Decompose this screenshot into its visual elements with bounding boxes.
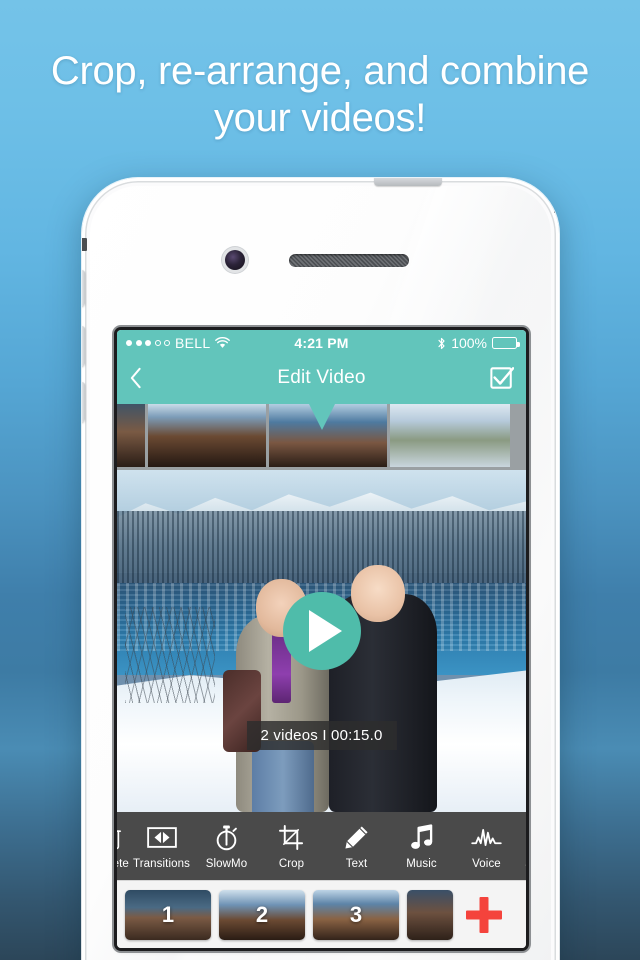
page-title: Edit Video [277, 367, 366, 388]
clip-thumbnail[interactable]: 3 [313, 889, 399, 940]
clip-thumbnail[interactable]: 1 [125, 889, 211, 940]
video-info-badge: 2 videos I 00:15.0 [246, 721, 397, 751]
add-clip-button[interactable] [464, 895, 504, 935]
filmstrip-frame[interactable] [148, 403, 266, 467]
clip-number: 2 [255, 901, 269, 927]
tool-voice[interactable]: Voice [454, 812, 519, 880]
checkbox-checked-icon [490, 367, 514, 389]
clip-thumbnail[interactable] [407, 889, 453, 940]
power-button[interactable] [374, 178, 442, 186]
tool-crop[interactable]: Crop [259, 812, 324, 880]
tool-sound[interactable]: Sound [519, 812, 526, 880]
antenna-notch-left [82, 238, 87, 251]
ring-silent-switch[interactable] [82, 270, 85, 306]
iphone-device: BELL 4:21 PM 100% Edit Video 2 videos I … [82, 178, 559, 960]
pencil-icon [344, 823, 369, 853]
status-bar-right: 100% [437, 335, 520, 351]
clip-number: 1 [161, 901, 175, 927]
headline-line-2: your videos! [213, 96, 427, 141]
tool-label: Crop [278, 857, 305, 870]
tool-text[interactable]: Text [324, 812, 389, 880]
play-icon [308, 609, 342, 652]
tool-label: Text [345, 857, 368, 870]
stopwatch-icon [214, 823, 239, 853]
filmstrip-frame[interactable] [117, 403, 145, 467]
promo-headline: Crop, re-arrange, and combine your video… [0, 48, 640, 142]
tool-slowmo[interactable]: SlowMo [194, 812, 259, 880]
done-button[interactable] [490, 366, 514, 390]
headline-line-1: Crop, re-arrange, and combine [50, 49, 590, 93]
battery-icon [492, 337, 520, 349]
earpiece-speaker-icon [289, 254, 409, 267]
phone-screen: BELL 4:21 PM 100% Edit Video 2 videos I … [117, 330, 526, 948]
tool-transitions[interactable]: Transitions [129, 812, 194, 880]
volume-up-button[interactable] [82, 326, 85, 366]
crop-icon [279, 823, 304, 853]
clip-number: 3 [349, 901, 363, 927]
transitions-icon [146, 823, 177, 853]
trash-icon [117, 823, 122, 853]
timeline-filmstrip[interactable] [117, 400, 526, 470]
tool-label: Music [406, 857, 437, 870]
status-bar: BELL 4:21 PM 100% [117, 330, 526, 356]
battery-percent-label: 100% [451, 335, 487, 351]
clip-tray: 1 2 3 [117, 880, 526, 948]
video-preview[interactable]: 2 videos I 00:15.0 [117, 470, 526, 812]
clip-thumbnail[interactable]: 2 [219, 889, 305, 940]
tool-label: Transitions [133, 857, 190, 870]
antenna-notch-right [554, 200, 559, 213]
edit-toolbar: Delete Transitions [117, 812, 526, 880]
tool-music[interactable]: Music [389, 812, 454, 880]
navigation-bar: Edit Video [117, 356, 526, 400]
tool-label: SlowMo [205, 857, 248, 870]
tool-label: Delete [117, 857, 129, 870]
front-camera-icon [225, 250, 245, 270]
playhead-marker-icon[interactable] [306, 400, 337, 430]
bluetooth-icon [437, 337, 446, 350]
tool-label: Sound [525, 858, 526, 870]
volume-down-button[interactable] [82, 382, 85, 422]
tool-delete[interactable]: Delete [117, 812, 129, 880]
waveform-icon [471, 823, 502, 853]
music-note-icon [409, 823, 434, 853]
filmstrip-frame[interactable] [390, 403, 510, 467]
tool-label: Voice [472, 857, 501, 870]
play-button[interactable] [282, 591, 361, 670]
person-right [322, 525, 445, 812]
